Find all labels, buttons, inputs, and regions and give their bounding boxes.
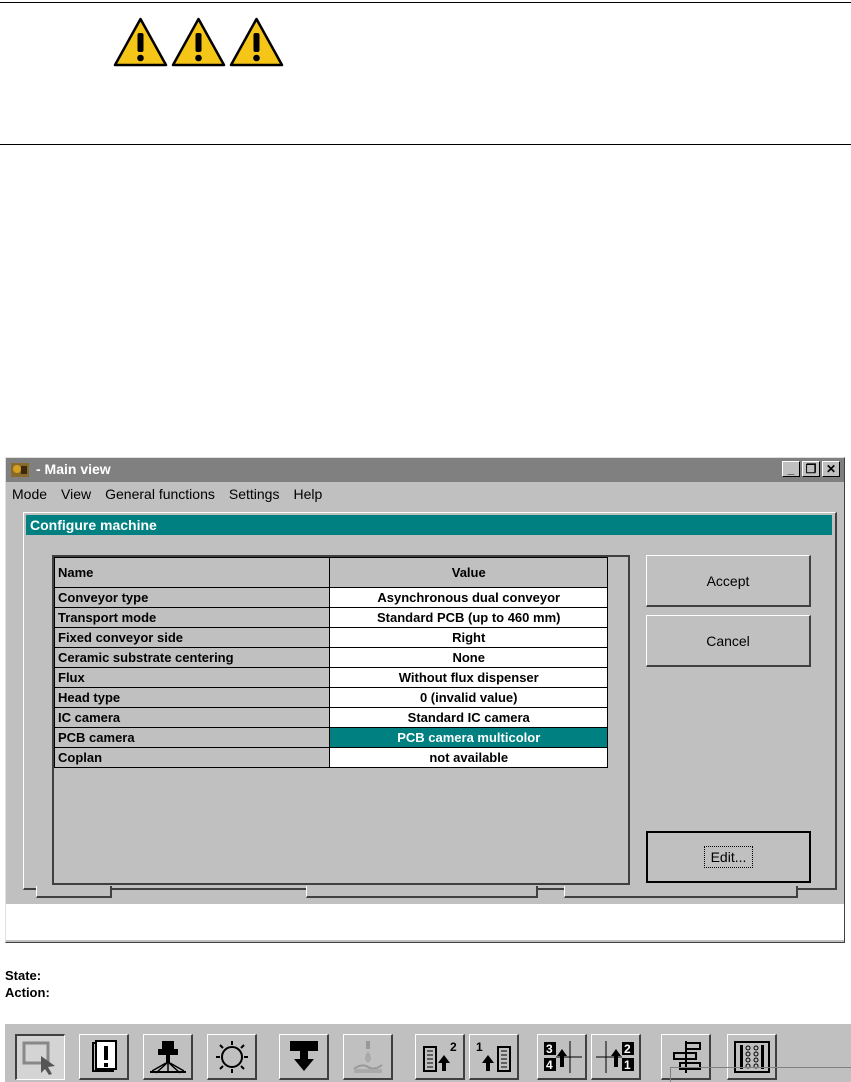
row-value[interactable]: Without flux dispenser xyxy=(329,667,608,688)
row-name: IC camera xyxy=(53,707,331,728)
row-value[interactable]: Standard PCB (up to 460 mm) xyxy=(329,607,608,628)
background-tabs xyxy=(6,886,844,900)
flux-drop-icon xyxy=(353,1041,383,1073)
illumination-button[interactable] xyxy=(207,1034,257,1080)
head-down-icon xyxy=(290,1041,318,1071)
client-area-bottom xyxy=(6,904,844,940)
bottom-rule xyxy=(0,144,851,145)
conveyor-up-1-icon: 1 xyxy=(476,1040,511,1072)
dialog-title: Configure machine xyxy=(26,515,832,535)
status-field xyxy=(670,1067,851,1082)
flux-dispenser-button[interactable] xyxy=(343,1034,393,1080)
tab[interactable] xyxy=(306,886,538,898)
table-row[interactable]: Transport mode Standard PCB (up to 460 mm… xyxy=(53,607,608,628)
table-row[interactable]: Ceramic substrate centering None xyxy=(53,647,608,668)
table-row[interactable]: IC camera Standard IC camera xyxy=(53,707,608,728)
bottom-toolbar: 2 1 34 21 xyxy=(5,1024,851,1082)
window-title: - Main view xyxy=(36,461,111,477)
table-row-selected[interactable]: PCB camera PCB camera multicolor xyxy=(53,727,608,748)
title-bar: - Main view _ ❐ ✕ xyxy=(6,458,844,482)
warning-icon xyxy=(229,17,284,67)
menu-settings[interactable]: Settings xyxy=(229,486,280,502)
conveyor-one-up-button[interactable]: 1 xyxy=(469,1034,519,1080)
table-row[interactable]: Head type 0 (invalid value) xyxy=(53,687,608,708)
svg-text:1: 1 xyxy=(476,1040,483,1054)
row-value[interactable]: None xyxy=(329,647,608,668)
accept-button[interactable]: Accept xyxy=(646,555,811,607)
warning-icon xyxy=(171,17,226,67)
state-label: State: xyxy=(5,968,42,983)
restore-button[interactable]: ❐ xyxy=(802,461,820,477)
select-mode-button[interactable] xyxy=(15,1034,65,1080)
row-value[interactable]: Standard IC camera xyxy=(329,707,608,728)
configure-machine-dialog: Configure machine Name Value Conveyor ty… xyxy=(23,512,837,890)
lane-21-icon: 21 xyxy=(596,1041,634,1073)
menu-bar: Mode View General functions Settings Hel… xyxy=(12,486,322,502)
lane-34-icon: 34 xyxy=(544,1041,582,1073)
svg-text:1: 1 xyxy=(624,1058,631,1072)
minimize-button[interactable]: _ xyxy=(782,461,800,477)
menu-help[interactable]: Help xyxy=(293,486,322,502)
row-value[interactable]: PCB camera multicolor xyxy=(329,727,608,748)
config-grid: Name Value Conveyor type Asynchronous dua… xyxy=(52,555,630,885)
conveyor-up-2-icon: 2 xyxy=(423,1040,457,1072)
row-name: Fixed conveyor side xyxy=(53,627,331,648)
head-down-button[interactable] xyxy=(279,1034,329,1080)
warning-icon xyxy=(113,17,168,67)
menu-mode[interactable]: Mode xyxy=(12,486,47,502)
row-name: Flux xyxy=(53,667,331,688)
main-window: - Main view _ ❐ ✕ Mode View General func… xyxy=(5,457,845,943)
row-name: Head type xyxy=(53,687,331,708)
table-row[interactable]: Flux Without flux dispenser xyxy=(53,667,608,688)
nozzle-light-icon xyxy=(150,1041,186,1074)
app-icon[interactable] xyxy=(10,461,30,479)
lane-21-button[interactable]: 21 xyxy=(591,1034,641,1080)
row-value[interactable]: 0 (invalid value) xyxy=(329,687,608,708)
menu-view[interactable]: View xyxy=(61,486,91,502)
row-name: PCB camera xyxy=(53,727,331,748)
table-header: Name Value xyxy=(53,557,608,588)
row-name: Coplan xyxy=(53,747,331,768)
table-row[interactable]: Coplan not available xyxy=(53,747,608,768)
sun-icon xyxy=(216,1041,248,1073)
cancel-label: Cancel xyxy=(706,632,750,649)
edit-label: Edit... xyxy=(703,846,754,868)
row-name: Transport mode xyxy=(53,607,331,628)
exclamation-icon xyxy=(92,1040,117,1072)
svg-text:4: 4 xyxy=(546,1058,553,1072)
row-value[interactable]: not available xyxy=(329,747,608,768)
conveyor-two-up-button[interactable]: 2 xyxy=(415,1034,465,1080)
nozzle-light-button[interactable] xyxy=(143,1034,193,1080)
svg-text:2: 2 xyxy=(450,1040,457,1054)
alarm-button[interactable] xyxy=(79,1034,129,1080)
accept-label: Accept xyxy=(706,572,750,589)
cancel-button[interactable]: Cancel xyxy=(646,615,811,667)
row-name: Ceramic substrate centering xyxy=(53,647,331,668)
tab[interactable] xyxy=(564,886,798,898)
close-button[interactable]: ✕ xyxy=(822,461,840,477)
row-name: Conveyor type xyxy=(53,587,331,608)
tab[interactable] xyxy=(36,886,112,898)
svg-text:2: 2 xyxy=(624,1042,631,1056)
action-label: Action: xyxy=(5,985,50,1000)
top-rule xyxy=(0,2,851,3)
table-row[interactable]: Fixed conveyor side Right xyxy=(53,627,608,648)
menu-general-functions[interactable]: General functions xyxy=(105,486,215,502)
warning-symbols xyxy=(113,16,284,68)
table-row[interactable]: Conveyor type Asynchronous dual conveyor xyxy=(53,587,608,608)
cursor-select-icon xyxy=(22,1041,55,1075)
column-header-value: Value xyxy=(329,557,608,588)
lane-34-button[interactable]: 34 xyxy=(537,1034,587,1080)
svg-text:3: 3 xyxy=(546,1042,553,1056)
row-value[interactable]: Right xyxy=(329,627,608,648)
edit-button[interactable]: Edit... xyxy=(646,831,811,883)
row-value[interactable]: Asynchronous dual conveyor xyxy=(329,587,608,608)
column-header-name: Name xyxy=(53,557,331,588)
